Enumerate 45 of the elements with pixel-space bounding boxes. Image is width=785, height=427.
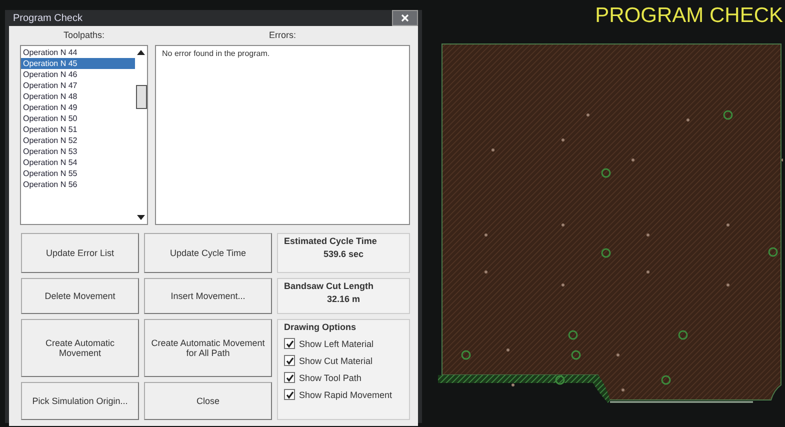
option-label: Show Rapid Movement [299,390,392,400]
toolpath-item[interactable]: Operation N 53 [21,146,135,157]
scroll-up-icon[interactable] [137,49,145,55]
cycle-time-value: 539.6 sec [323,249,364,259]
errors-label: Errors: [269,30,296,40]
checkbox[interactable] [284,338,295,349]
option-label: Show Left Material [299,338,374,348]
toolpath-item[interactable]: Operation N 45 [21,58,135,69]
checkbox[interactable] [284,372,295,383]
drawing-options-label: Drawing Options [284,322,357,332]
window-title: Program Check [12,12,82,24]
scroll-thumb[interactable] [136,85,146,109]
toolpath-item[interactable]: Operation N 56 [21,179,135,190]
toolpath-item[interactable]: Operation N 46 [21,69,135,80]
action-button[interactable]: Create Automatic Movement for All Path [144,319,272,377]
toolpath-item[interactable]: Operation N 55 [21,168,135,179]
scroll-down-icon[interactable] [137,215,145,221]
cut-length-label: Bandsaw Cut Length [284,281,374,291]
cycle-time-label: Estimated Cycle Time [284,236,378,246]
toolpath-item[interactable]: Operation N 48 [21,91,135,102]
toolpath-item[interactable]: Operation N 52 [21,135,135,146]
close-button[interactable] [392,10,418,26]
option-label: Show Cut Material [299,356,373,366]
action-button[interactable]: Close [144,382,272,420]
action-button[interactable]: Delete Movement [21,278,139,314]
action-button[interactable]: Pick Simulation Origin... [21,382,139,420]
option-label: Show Tool Path [299,372,362,382]
toolpath-item[interactable]: Operation N 51 [21,124,135,135]
toolpath-item[interactable]: Operation N 47 [21,80,135,91]
toolpath-item[interactable]: Operation N 49 [21,102,135,113]
action-button[interactable]: Update Cycle Time [144,233,272,273]
toolpath-item[interactable]: Operation N 54 [21,157,135,168]
checkbox[interactable] [284,355,295,366]
toolpath-item[interactable]: Operation N 50 [21,113,135,124]
action-button[interactable]: Update Error List [21,233,139,273]
checkbox[interactable] [284,389,295,400]
error-message: No error found in the program. [162,49,271,58]
toolpaths-label: Toolpaths: [63,30,105,40]
action-button[interactable]: Create Automatic Movement [21,319,139,377]
toolpaths-list[interactable]: Operation N 44 Operation N 45 Operation N 46 Operation N 47 Operation N 48 Operation N 49 Operation N 50 Operation N 51 Operation N 52 Operation N 53 Operation N 54 Operation N 55 Operation N 56 [20,45,148,225]
action-button[interactable]: Insert Movement... [144,278,272,314]
cut-length-value: 32.16 m [326,294,360,304]
toolpath-item[interactable]: Operation N 44 [21,47,135,58]
close-icon [401,14,409,22]
view-title: PROGRAM CHECK [595,4,783,28]
